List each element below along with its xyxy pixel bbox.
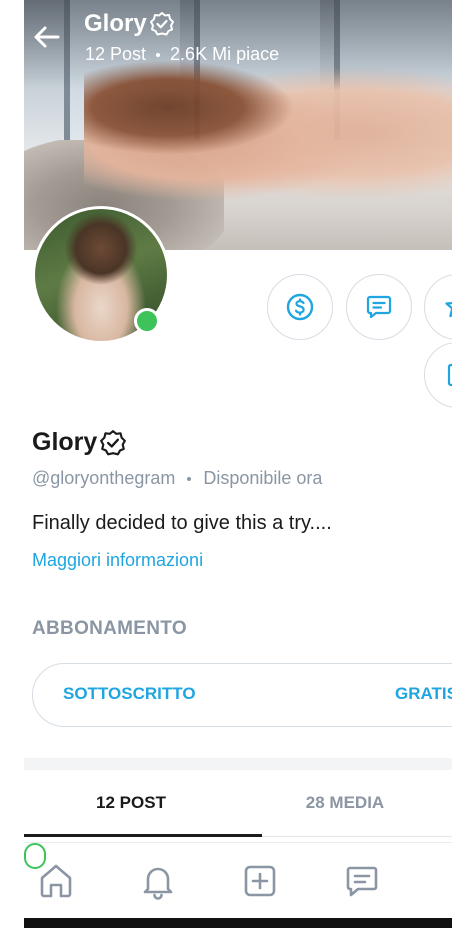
tab-posts[interactable]: 12 POST xyxy=(24,770,238,836)
availability-status: Disponibile ora xyxy=(203,468,323,488)
more-info-link[interactable]: Maggiori informazioni xyxy=(32,550,203,571)
header-meta: 12 Post 2.6K Mi piace xyxy=(85,44,279,65)
nav-notifications-button[interactable] xyxy=(136,859,180,903)
nav-messages-button[interactable] xyxy=(340,859,384,903)
favorite-button[interactable] xyxy=(424,274,452,340)
nav-home-button[interactable] xyxy=(34,859,78,903)
home-icon xyxy=(40,864,72,898)
header-posts-count: 12 Post xyxy=(85,44,147,64)
verified-badge-icon xyxy=(149,12,174,36)
subscription-section-title: ABBONAMENTO xyxy=(32,618,187,639)
share-icon xyxy=(447,363,452,387)
nav-new-post-button[interactable] xyxy=(238,859,282,903)
profile-name-text: Glory xyxy=(32,428,98,456)
header-title: Glory xyxy=(84,10,175,38)
dollar-circle-icon xyxy=(286,293,314,321)
chat-icon xyxy=(346,866,378,897)
subscription-button[interactable]: SOTTOSCRITTO GRATIS xyxy=(32,663,452,727)
back-button[interactable] xyxy=(32,22,62,52)
header-name: Glory xyxy=(84,10,147,37)
tip-button[interactable] xyxy=(267,274,333,340)
separator-dot xyxy=(156,52,161,57)
arrow-left-icon xyxy=(34,26,60,48)
verified-badge-icon xyxy=(100,429,127,455)
system-navigation-bar xyxy=(24,918,452,928)
profile-name: Glory xyxy=(32,428,127,457)
active-tab-indicator xyxy=(24,834,262,837)
handle-row: @gloryonthegram Disponibile ora xyxy=(32,468,322,489)
message-icon xyxy=(366,295,392,319)
bottom-navigation xyxy=(24,842,452,921)
tab-media[interactable]: 28 MEDIA xyxy=(238,770,452,836)
plus-square-icon xyxy=(244,865,276,897)
message-button[interactable] xyxy=(346,274,412,340)
profile-screen: Glory 12 Post 2.6K Mi piace Glory @glory… xyxy=(24,0,452,928)
price-label: GRATIS xyxy=(395,684,452,703)
subscribed-label: SOTTOSCRITTO xyxy=(63,684,196,703)
star-icon xyxy=(445,302,452,318)
separator-dot xyxy=(187,476,192,481)
top-bar: Glory 12 Post 2.6K Mi piace xyxy=(24,0,452,80)
share-button[interactable] xyxy=(424,342,452,408)
section-divider xyxy=(24,758,452,770)
bell-icon xyxy=(143,867,173,900)
profile-handle: @gloryonthegram xyxy=(32,468,176,488)
profile-bio: Finally decided to give this a try.... xyxy=(32,512,332,534)
header-likes-count: 2.6K Mi piace xyxy=(170,44,280,64)
online-status-dot xyxy=(134,308,160,334)
